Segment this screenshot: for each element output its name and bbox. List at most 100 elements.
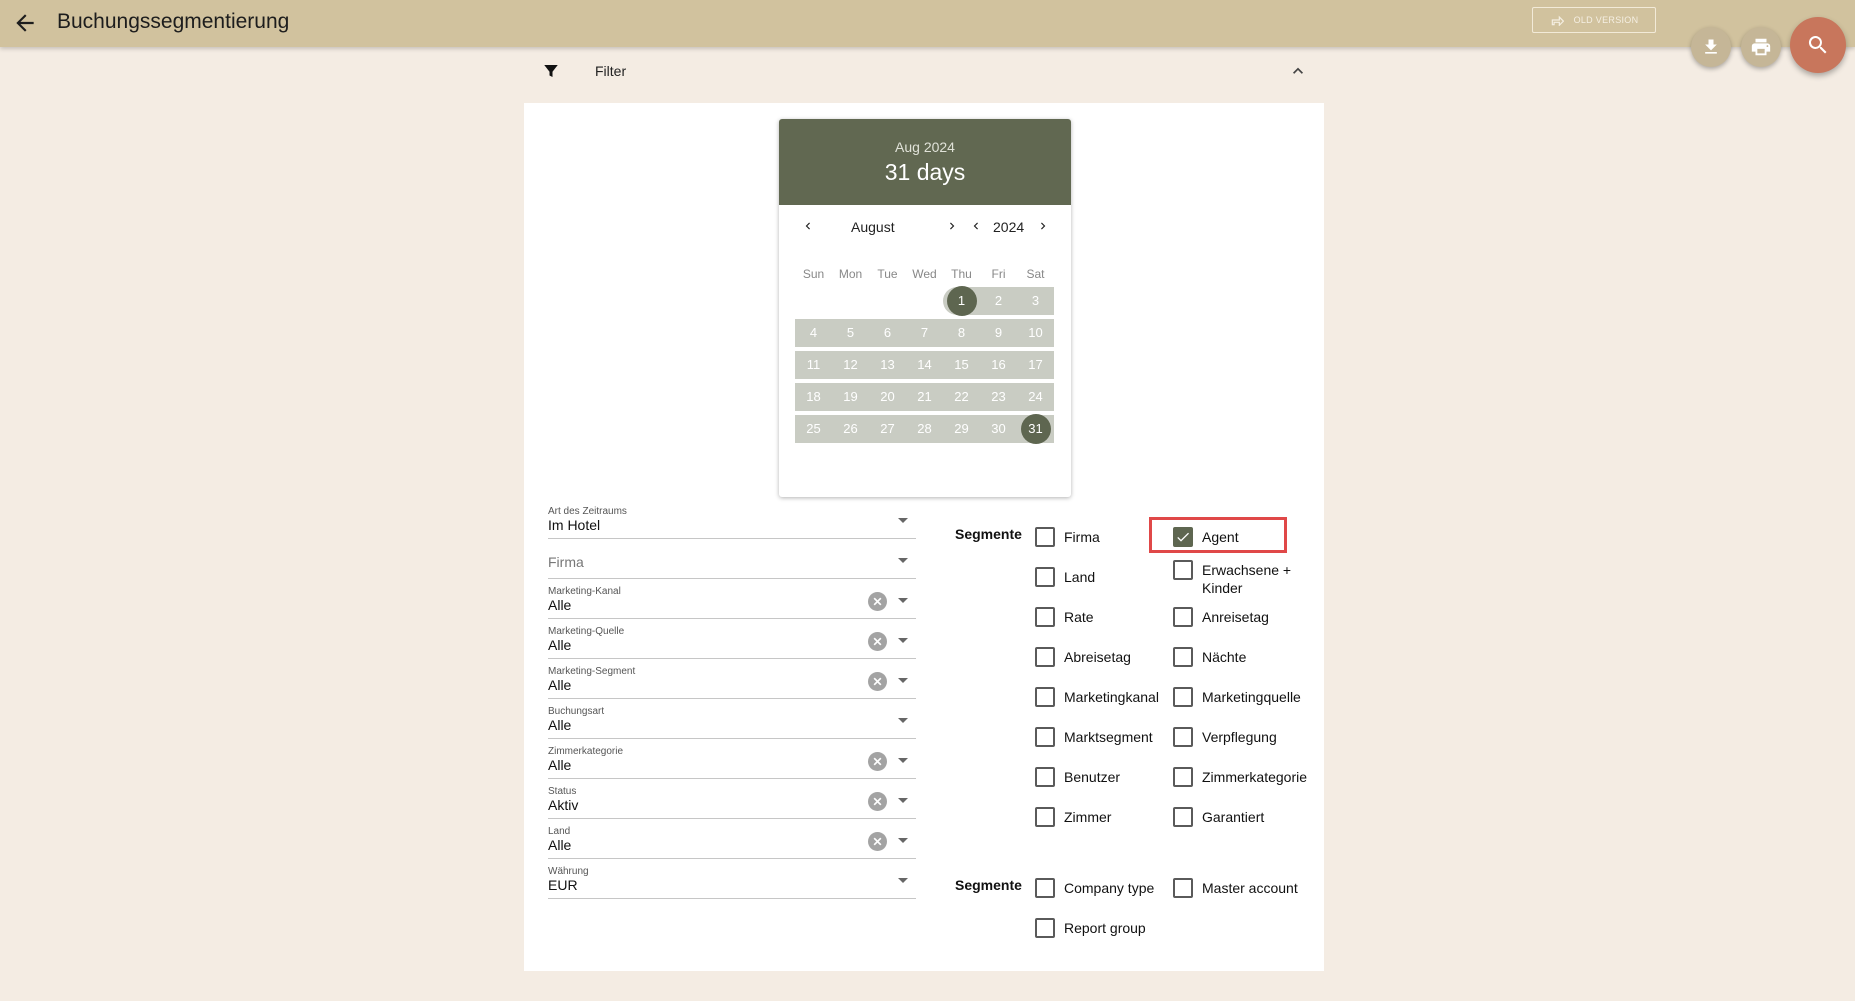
checkbox-box[interactable] [1035,767,1055,787]
calendar-day[interactable]: 12 [832,351,869,379]
calendar-day[interactable]: 22 [943,383,980,411]
calendar-day[interactable]: 19 [832,383,869,411]
calendar-day[interactable]: 1 [943,286,980,316]
calendar-day[interactable]: 13 [869,351,906,379]
download-button[interactable] [1691,27,1731,67]
select-field-land[interactable]: Land Alle [548,819,916,859]
checkbox-box[interactable] [1173,727,1193,747]
select-field-marketing-kanal[interactable]: Marketing-Kanal Alle [548,579,916,619]
dropdown-arrow-icon[interactable] [898,518,908,523]
dropdown-arrow-icon[interactable] [898,638,908,643]
checkbox-box[interactable] [1173,807,1193,827]
calendar-day[interactable]: 2 [980,287,1017,315]
calendar-day[interactable]: 17 [1017,351,1054,379]
checkbox-marktsegment[interactable]: Marktsegment [1035,727,1153,747]
checkbox-benutzer[interactable]: Benutzer [1035,767,1120,787]
clear-icon[interactable] [868,832,887,851]
print-button[interactable] [1741,27,1781,67]
clear-icon[interactable] [868,672,887,691]
calendar-day[interactable]: 9 [980,319,1017,347]
prev-year-icon[interactable] [969,219,983,238]
calendar-day[interactable]: 30 [980,415,1017,443]
checkbox-company-type[interactable]: Company type [1035,878,1154,898]
select-field-zimmerkategorie[interactable]: Zimmerkategorie Alle [548,739,916,779]
checkbox-box[interactable] [1035,527,1055,547]
calendar-day[interactable]: 3 [1017,287,1054,315]
next-month-icon[interactable] [945,219,959,238]
calendar-day[interactable]: 24 [1017,383,1054,411]
checkbox-marketingquelle[interactable]: Marketingquelle [1173,687,1301,707]
calendar-day[interactable]: 14 [906,351,943,379]
chevron-up-icon[interactable] [1288,61,1308,86]
checkbox-nächte[interactable]: Nächte [1173,647,1246,667]
dropdown-arrow-icon[interactable] [898,878,908,883]
checkbox-zimmer[interactable]: Zimmer [1035,807,1111,827]
checkbox-erwachsene-kinder[interactable]: Erwachsene + Kinder [1173,560,1302,597]
calendar-day[interactable]: 5 [832,319,869,347]
calendar-day[interactable]: 7 [906,319,943,347]
checkbox-garantiert[interactable]: Garantiert [1173,807,1264,827]
checkbox-box[interactable] [1035,607,1055,627]
calendar-day[interactable]: 23 [980,383,1017,411]
select-field-währung[interactable]: Währung EUR [548,859,916,899]
checkbox-box[interactable] [1173,687,1193,707]
checkbox-box[interactable] [1173,647,1193,667]
checkbox-abreisetag[interactable]: Abreisetag [1035,647,1131,667]
checkbox-box[interactable] [1035,647,1055,667]
checkbox-box[interactable] [1035,567,1055,587]
clear-icon[interactable] [868,632,887,651]
select-field-buchungsart[interactable]: Buchungsart Alle [548,699,916,739]
checkbox-zimmerkategorie[interactable]: Zimmerkategorie [1173,767,1307,787]
old-version-button[interactable]: OLD VERSION [1532,7,1656,33]
checkbox-box[interactable] [1035,918,1055,938]
checkbox-box[interactable] [1035,807,1055,827]
dropdown-arrow-icon[interactable] [898,838,908,843]
calendar-day[interactable]: 25 [795,415,832,443]
calendar-day[interactable]: 18 [795,383,832,411]
select-field-marketing-quelle[interactable]: Marketing-Quelle Alle [548,619,916,659]
checkbox-land[interactable]: Land [1035,567,1095,587]
clear-icon[interactable] [868,592,887,611]
calendar-day[interactable]: 31 [1017,414,1054,444]
calendar-day[interactable]: 28 [906,415,943,443]
calendar-day[interactable]: 26 [832,415,869,443]
select-field-firma[interactable]: Firma [548,539,916,579]
clear-icon[interactable] [868,792,887,811]
checkbox-anreisetag[interactable]: Anreisetag [1173,607,1269,627]
next-year-icon[interactable] [1036,219,1050,238]
checkbox-firma[interactable]: Firma [1035,527,1100,547]
calendar-day[interactable]: 21 [906,383,943,411]
calendar-day[interactable]: 10 [1017,319,1054,347]
checkbox-box[interactable] [1173,878,1193,898]
dropdown-arrow-icon[interactable] [898,558,908,563]
checkbox-rate[interactable]: Rate [1035,607,1094,627]
checkbox-box[interactable] [1035,878,1055,898]
calendar-day[interactable]: 20 [869,383,906,411]
clear-icon[interactable] [868,752,887,771]
prev-month-icon[interactable] [801,219,815,238]
filter-header[interactable]: Filter [524,55,1324,87]
checkbox-marketingkanal[interactable]: Marketingkanal [1035,687,1159,707]
calendar-day[interactable]: 16 [980,351,1017,379]
checkbox-verpflegung[interactable]: Verpflegung [1173,727,1277,747]
calendar-day[interactable]: 27 [869,415,906,443]
dropdown-arrow-icon[interactable] [898,798,908,803]
search-button[interactable] [1790,17,1846,73]
calendar-day[interactable]: 11 [795,351,832,379]
checkbox-report-group[interactable]: Report group [1035,918,1146,938]
calendar-day[interactable]: 4 [795,319,832,347]
back-arrow-icon[interactable] [12,10,38,36]
checkbox-master-account[interactable]: Master account [1173,878,1298,898]
select-field-marketing-segment[interactable]: Marketing-Segment Alle [548,659,916,699]
dropdown-arrow-icon[interactable] [898,598,908,603]
checkbox-box[interactable] [1035,727,1055,747]
select-field-art-des-zeitraums[interactable]: Art des Zeitraums Im Hotel [548,499,916,539]
checkbox-box[interactable] [1035,687,1055,707]
calendar-day[interactable]: 6 [869,319,906,347]
dropdown-arrow-icon[interactable] [898,758,908,763]
checkbox-box[interactable] [1173,560,1193,580]
dropdown-arrow-icon[interactable] [898,718,908,723]
calendar-day[interactable]: 15 [943,351,980,379]
checkbox-box[interactable] [1173,767,1193,787]
dropdown-arrow-icon[interactable] [898,678,908,683]
